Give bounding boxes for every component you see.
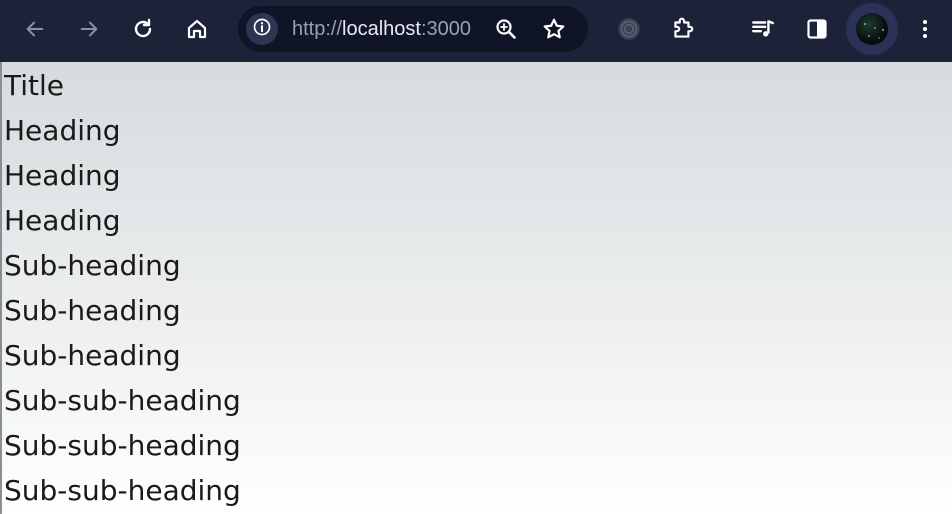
extension-button[interactable] (611, 11, 647, 47)
site-info-button[interactable] (246, 13, 278, 45)
profile-button[interactable] (846, 3, 898, 55)
url-port: :3000 (420, 18, 472, 40)
heading-2: Heading (4, 159, 121, 192)
info-icon (252, 17, 272, 41)
side-panel-button[interactable] (799, 11, 835, 47)
media-control-button[interactable] (745, 11, 781, 47)
puzzle-icon (670, 16, 696, 42)
reload-button[interactable] (125, 11, 161, 47)
zoom-in-icon (494, 17, 518, 41)
home-icon (185, 17, 209, 41)
address-bar[interactable]: http://localhost:3000 (238, 6, 588, 52)
sub-sub-heading-3: Sub-sub-heading (4, 474, 241, 507)
url-host: localhost (342, 18, 421, 40)
heading-3: Heading (4, 204, 121, 237)
media-queue-icon (750, 16, 776, 42)
browser-toolbar: http://localhost:3000 (0, 0, 952, 62)
kebab-menu-icon (913, 17, 937, 41)
url-text[interactable]: http://localhost:3000 (292, 18, 471, 40)
page-content: Title Heading Heading Heading Sub-headin… (0, 62, 952, 514)
sub-heading-3: Sub-heading (4, 339, 181, 372)
avatar (856, 13, 888, 45)
menu-button[interactable] (907, 11, 943, 47)
back-button[interactable] (17, 11, 53, 47)
sub-heading-2: Sub-heading (4, 294, 181, 327)
sub-heading-1: Sub-heading (4, 249, 181, 282)
sub-sub-heading-1: Sub-sub-heading (4, 384, 241, 417)
star-icon (541, 16, 567, 42)
forward-button[interactable] (71, 11, 107, 47)
home-button[interactable] (179, 11, 215, 47)
reload-icon (131, 17, 155, 41)
sub-sub-heading-2: Sub-sub-heading (4, 429, 241, 462)
heading-1: Heading (4, 114, 121, 147)
page-title: Title (4, 69, 65, 102)
zoom-button[interactable] (488, 11, 524, 47)
extensions-button[interactable] (665, 11, 701, 47)
arrow-left-icon (24, 18, 46, 40)
arrow-right-icon (78, 18, 100, 40)
bookmark-button[interactable] (536, 11, 572, 47)
url-scheme: http:// (292, 18, 343, 40)
circle-extension-icon (616, 16, 642, 42)
side-panel-icon (805, 17, 829, 41)
